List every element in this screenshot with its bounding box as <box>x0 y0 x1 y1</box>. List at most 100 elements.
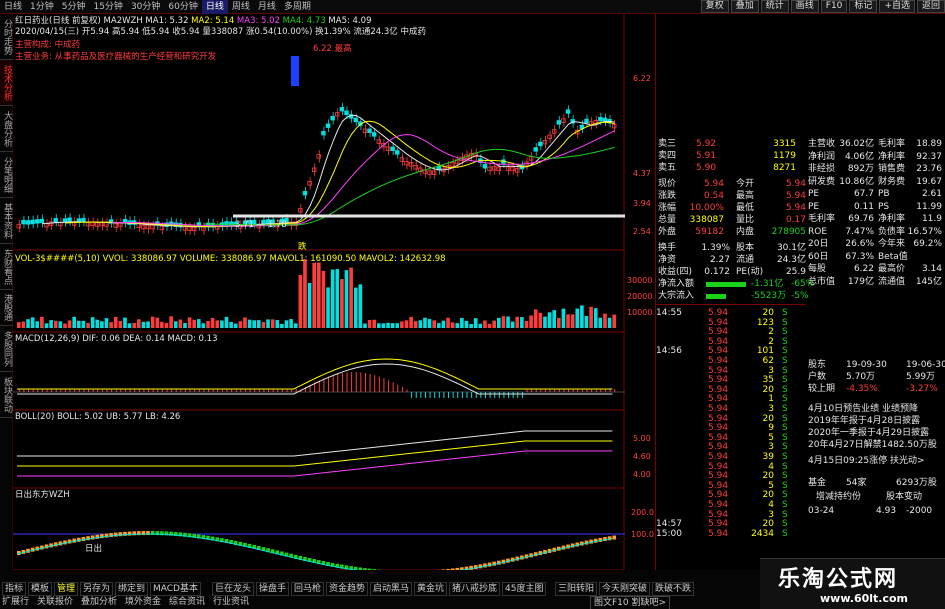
toolbar-btn-0[interactable]: 复权 <box>700 0 729 13</box>
left-tab-0[interactable]: 分时走势 <box>0 14 13 60</box>
volume-bar <box>598 317 603 328</box>
period-tab-7[interactable]: 周线 <box>228 0 254 14</box>
site-watermark-logo: 乐淘公式网 www.60lt.com <box>760 558 945 609</box>
period-tab-3[interactable]: 15分钟 <box>89 0 126 14</box>
fin-label: 非经损 <box>808 164 836 174</box>
hist-value: 4.93 <box>876 506 897 516</box>
panel-tab-5[interactable]: 行业资讯 <box>213 596 249 608</box>
period-tab-9[interactable]: 多周期 <box>280 0 315 14</box>
fin-value: 36.02亿 <box>839 139 874 149</box>
volume-bar <box>169 316 173 328</box>
indicator-tab-13[interactable]: 45度主图 <box>502 582 547 596</box>
indicator-tab-9[interactable]: 资金趋势 <box>326 582 369 596</box>
toolbar-btn-1[interactable]: 叠加 <box>730 0 759 13</box>
candle-body <box>611 123 617 129</box>
indicator-tab-1[interactable]: 模板 <box>28 582 53 596</box>
volume-bar <box>49 320 53 328</box>
osc-block <box>612 535 616 540</box>
period-tab-4[interactable]: 30分钟 <box>127 0 164 14</box>
toolbar-btn-4[interactable]: F10 <box>820 0 848 13</box>
left-tab-2[interactable]: 大盘分析 <box>0 106 13 152</box>
stat-value: 10.00% <box>689 203 724 213</box>
panel-tab-4[interactable]: 综合资讯 <box>169 596 205 608</box>
indicator-tab-12[interactable]: 猪八戒抄底 <box>449 582 501 596</box>
period-tab-6[interactable]: 日线 <box>201 0 228 14</box>
panel-tab-1[interactable]: 关联报价 <box>37 596 73 608</box>
volume-bar <box>497 317 501 328</box>
toolbar-btn-2[interactable]: 统计 <box>760 0 789 13</box>
candle-body <box>547 134 552 139</box>
indicator-tab-14[interactable]: 三阳转阳 <box>555 582 598 596</box>
ma-legend-0: MA2WZH <box>103 16 143 26</box>
volume-bar <box>215 320 220 328</box>
indicator-tab-16[interactable]: 跌破不跌 <box>652 582 695 596</box>
left-tab-5[interactable]: 东财看点 <box>0 244 13 290</box>
indicator-tab-7[interactable]: 操盘手 <box>256 582 290 596</box>
toolbar-btn-6[interactable]: +自选 <box>879 0 915 13</box>
fin-label2: 销售费 <box>878 164 906 174</box>
candle-body <box>427 170 432 175</box>
volume-bar <box>400 321 404 328</box>
toolbar-btn-3[interactable]: 画线 <box>790 0 819 13</box>
left-tab-3[interactable]: 分笔明细 <box>0 152 13 198</box>
left-tab-1[interactable]: 技术分析 <box>0 60 13 106</box>
volume-bar <box>487 323 492 328</box>
period-tab-8[interactable]: 月线 <box>254 0 280 14</box>
news-row[interactable]: 4月15日09:25涨停 扶光动> <box>806 455 945 467</box>
volume-bar <box>67 320 72 328</box>
chart-area[interactable]: 红日药业(日线 前复权) MA2WZH MA1: 5.32 MA2: 5.14 … <box>13 14 654 582</box>
candle-body <box>67 217 72 222</box>
candle-body <box>395 150 400 155</box>
fin-value2: 16.57% <box>907 226 942 237</box>
candle-body <box>150 224 155 230</box>
left-tab-6[interactable]: 港股通 <box>0 290 13 326</box>
panel-tab-2[interactable]: 叠加分析 <box>81 596 117 608</box>
indicator-tab-8[interactable]: 回马枪 <box>291 582 325 596</box>
kline-chart-svg[interactable] <box>13 14 625 570</box>
volume-bar <box>63 323 67 328</box>
volume-bar <box>173 321 178 328</box>
indicator-tab-2[interactable]: 管理 <box>54 582 79 596</box>
stat-value: 338087 <box>689 215 724 225</box>
indicator-tab-5[interactable]: MACD基本 <box>150 582 201 596</box>
flow-bar <box>706 294 726 299</box>
logo-text: 乐淘公式网 <box>778 566 899 592</box>
left-tab-4[interactable]: 基本资料 <box>0 198 13 244</box>
fin-row-0: 主营收 36.02亿 毛利率 18.89 <box>806 138 945 150</box>
indicator-tab-6[interactable]: 巨在龙头 <box>212 582 255 596</box>
panel-tab-0[interactable]: 扩展行 <box>2 596 29 608</box>
toolbar-btn-5[interactable]: 标记 <box>849 0 878 13</box>
indicator-tab-11[interactable]: 黄金坑 <box>414 582 448 596</box>
fin-row-10: 每股 6.22 最高价 3.14 <box>806 263 945 275</box>
fin-value: 69.76 <box>848 214 874 224</box>
indicator-tab-10[interactable]: 启动黑马 <box>370 582 413 596</box>
toolbar-btn-7[interactable]: 返回 <box>916 0 945 13</box>
period-toolbar: 日线 1分钟 5分钟 15分钟 30分钟 60分钟 日线 周线 月线 多周期 复权 叠加 统计 画线 F10… <box>0 0 945 14</box>
panel-tab-3[interactable]: 境外资金 <box>125 596 161 608</box>
left-tab-8[interactable]: 板块联动 <box>0 372 13 418</box>
candle-body <box>584 118 589 124</box>
volume-bar <box>229 322 233 328</box>
volume-bar <box>423 317 427 328</box>
fin-row-1: 净利润 4.06亿 净利率 92.37 <box>806 151 945 163</box>
left-tab-7[interactable]: 多股同列 <box>0 326 13 372</box>
f10-link[interactable]: 图文F10 割缺吧> <box>590 596 671 609</box>
period-tab-5[interactable]: 60分钟 <box>164 0 201 14</box>
period-tab-1[interactable]: 1分钟 <box>26 0 58 14</box>
indicator-tab-4[interactable]: 绑定到 <box>115 582 149 596</box>
indicator-tab-15[interactable]: 今天刚突破 <box>599 582 651 596</box>
volume-bar <box>589 306 593 328</box>
fund-value2: 24.3亿 <box>776 255 806 265</box>
fin-label2: PB <box>878 189 890 199</box>
period-tab-0[interactable]: 日线 <box>0 0 26 14</box>
down-annotation: 跌 <box>298 242 307 252</box>
fin-row-3: 研发费 10.86亿 财务费 19.67 <box>806 176 945 188</box>
volume-bar <box>395 323 400 328</box>
volume-bar <box>547 312 552 328</box>
indicator-tab-0[interactable]: 指标 <box>2 582 27 596</box>
candle-body <box>390 146 395 151</box>
indicator-tab-3[interactable]: 另存为 <box>80 582 114 596</box>
fund-value2: 25.9 <box>785 267 806 277</box>
left-tab-bar: 分时走势 技术分析 大盘分析 分笔明细 基本资料 东财看点 港股通 多股同列 板块联动 <box>0 14 13 584</box>
period-tab-2[interactable]: 5分钟 <box>58 0 90 14</box>
